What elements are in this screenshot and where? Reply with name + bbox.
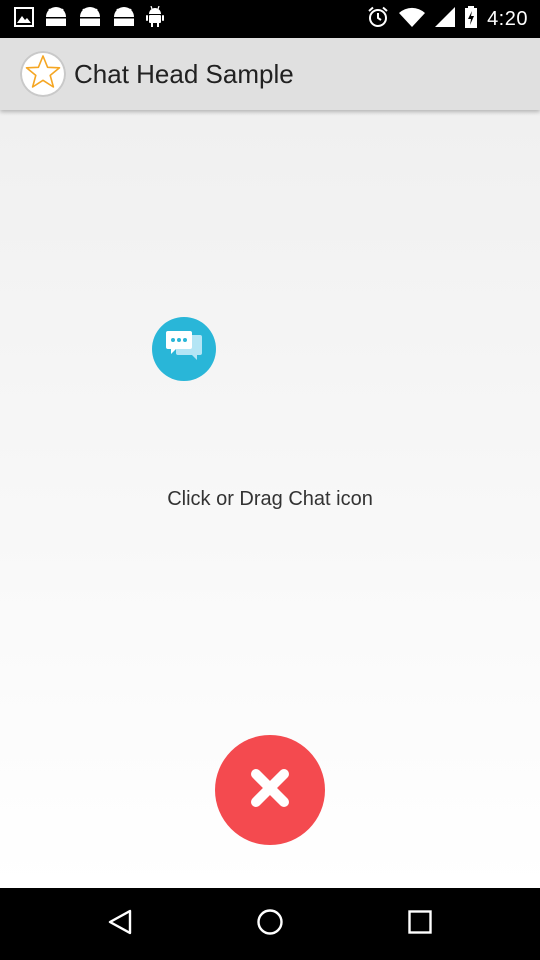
alarm-icon xyxy=(367,6,389,33)
notification-icons xyxy=(14,5,164,33)
system-icons: 4:20 xyxy=(367,5,528,33)
status-time: 4:20 xyxy=(487,7,528,30)
app-title: Chat Head Sample xyxy=(74,59,294,89)
android-icon xyxy=(112,6,136,33)
phone-screen: 4:20 Chat Head Sample Click or Drag Chat… xyxy=(0,0,540,960)
chat-bubbles-icon xyxy=(164,329,204,370)
main-content: Click or Drag Chat icon xyxy=(0,110,540,888)
close-x-icon xyxy=(248,766,292,815)
star-icon xyxy=(24,53,62,96)
home-icon xyxy=(256,908,284,941)
navigation-bar xyxy=(0,888,540,960)
close-chat-head-button[interactable] xyxy=(215,735,325,845)
android-icon xyxy=(78,6,102,33)
android-debug-icon xyxy=(146,5,164,33)
back-button[interactable] xyxy=(96,900,144,948)
gallery-icon xyxy=(14,6,34,32)
signal-icon xyxy=(435,6,456,32)
chat-head-button[interactable] xyxy=(152,317,216,381)
battery-charging-icon xyxy=(465,5,478,33)
instruction-text: Click or Drag Chat icon xyxy=(167,488,373,510)
home-button[interactable] xyxy=(246,900,294,948)
android-icon xyxy=(44,6,68,33)
app-bar: Chat Head Sample xyxy=(0,38,540,110)
back-icon xyxy=(106,908,134,941)
wifi-icon xyxy=(399,7,426,32)
status-bar: 4:20 xyxy=(0,0,540,38)
recents-icon xyxy=(406,908,434,941)
recents-button[interactable] xyxy=(396,900,444,948)
app-logo xyxy=(20,51,66,97)
